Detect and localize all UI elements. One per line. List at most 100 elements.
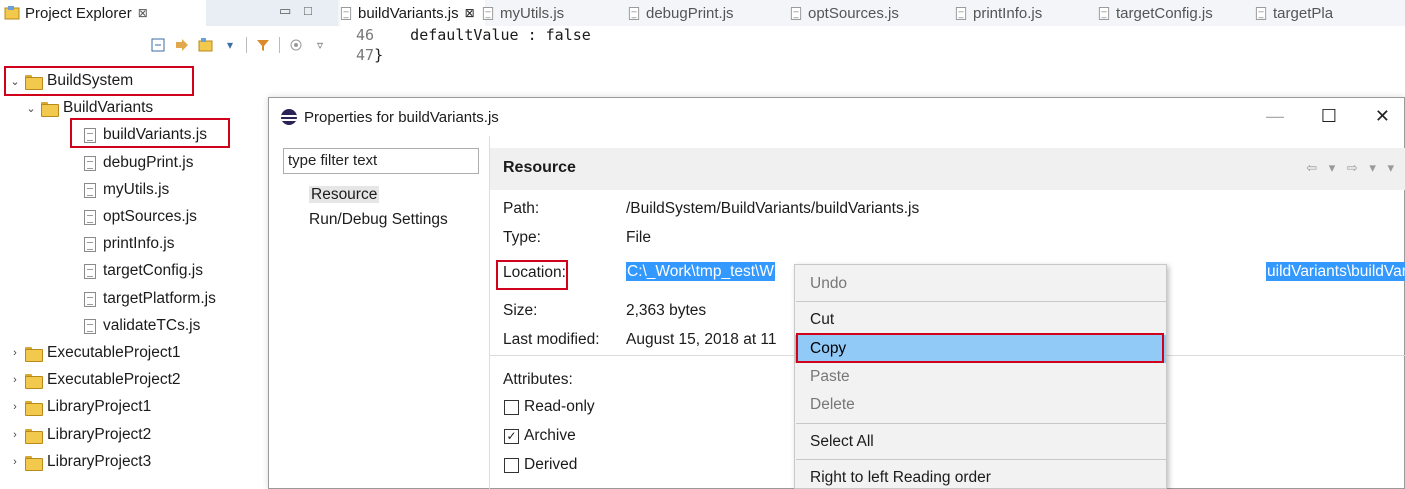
size-value: 2,363 bytes [626, 302, 707, 319]
maximize-button[interactable]: ☐ [1321, 106, 1337, 127]
editor-tab-debugprint-js[interactable]: debugPrint.js [628, 0, 734, 26]
tree-item-label: ExecutableProject1 [47, 344, 181, 361]
chevron-down-icon[interactable]: ▿ [312, 37, 328, 53]
menu-separator [796, 423, 1166, 424]
minimize-button[interactable]: — [1266, 106, 1284, 127]
chevron-right-icon[interactable]: › [8, 429, 22, 441]
folder-icon [25, 346, 43, 362]
js-file-icon [84, 263, 96, 279]
project-explorer-icon [4, 5, 20, 21]
tree-item-label: LibraryProject1 [47, 398, 152, 415]
editor-tab-myutils-js[interactable]: myUtils.js [482, 0, 564, 26]
tree-item-targetplatform-js[interactable]: targetPlatform.js [84, 286, 216, 312]
folder-icon [25, 400, 43, 416]
focus-icon[interactable] [288, 37, 304, 53]
tree-item-libraryproject1[interactable]: › LibraryProject1 [8, 394, 151, 420]
last-modified-label: Last modified: [503, 331, 600, 348]
js-file-icon [1255, 6, 1267, 20]
checkbox-box[interactable] [504, 399, 519, 415]
maximize-view-button[interactable]: □ [304, 3, 312, 18]
tree-item-targetconfig-js[interactable]: targetConfig.js [84, 258, 203, 284]
project-explorer-tab[interactable]: Project Explorer ⊠ [0, 0, 206, 26]
tree-item-optsources-js[interactable]: optSources.js [84, 204, 197, 230]
highlight-box-location [496, 260, 568, 290]
js-file-icon [340, 6, 352, 20]
menu-item-undo[interactable]: Undo [795, 270, 1166, 298]
chevron-right-icon[interactable]: › [8, 401, 22, 413]
tree-item-validatetcs-js[interactable]: validateTCs.js [84, 313, 200, 339]
js-file-icon [1098, 6, 1110, 20]
tree-item-label: BuildVariants [63, 99, 154, 116]
menu-separator [796, 301, 1166, 302]
size-label: Size: [503, 302, 538, 319]
code-line-46: 46 defaultValue : false [356, 26, 591, 44]
editor-tab-optsources-js[interactable]: optSources.js [790, 0, 899, 26]
highlight-box-buildvariants-file [70, 118, 230, 148]
tree-item-label: LibraryProject3 [47, 453, 152, 470]
section-title: Resource [503, 159, 576, 176]
menu-item-select-all[interactable]: Select All [795, 428, 1166, 456]
chevron-right-icon[interactable]: › [8, 374, 22, 386]
read-only-checkbox[interactable]: Read-only [504, 398, 595, 416]
js-file-icon [84, 318, 96, 334]
tree-item-label: debugPrint.js [103, 154, 194, 171]
menu-separator [796, 459, 1166, 460]
editor-tab-label: printInfo.js [973, 4, 1043, 22]
editor-tab-targetpla[interactable]: targetPla [1255, 0, 1333, 26]
filter-icon[interactable] [255, 37, 271, 53]
filter-input[interactable]: type filter text [283, 148, 479, 174]
js-file-icon [84, 291, 96, 307]
editor-tab-targetconfig-js[interactable]: targetConfig.js [1098, 0, 1213, 26]
close-icon[interactable]: ⊠ [138, 6, 148, 20]
chevron-right-icon[interactable]: › [8, 347, 22, 359]
tree-item-executableproject1[interactable]: › ExecutableProject1 [8, 340, 181, 366]
editor-tab-buildvariants-js[interactable]: buildVariants.js ⊠ [340, 0, 485, 26]
menu-item-delete[interactable]: Delete [795, 391, 1166, 419]
menu-item-right-to-left[interactable]: Right to left Reading order [795, 464, 1166, 489]
tree-item-libraryproject3[interactable]: › LibraryProject3 [8, 449, 151, 475]
checkmark-icon[interactable]: ✓ [504, 428, 519, 444]
editor-tab-label: optSources.js [808, 4, 899, 22]
editor-tab-label: targetConfig.js [1116, 4, 1213, 22]
tree-item-label: ExecutableProject2 [47, 371, 181, 388]
tree-item-executableproject2[interactable]: › ExecutableProject2 [8, 367, 181, 393]
nav-item-resource[interactable]: Resource [309, 186, 380, 204]
tree-item-label: validateTCs.js [103, 317, 201, 334]
close-button[interactable]: ✕ [1375, 106, 1390, 127]
minimize-view-button[interactable]: ▭ [279, 3, 291, 19]
type-value: File [626, 229, 651, 246]
close-icon[interactable]: ⊠ [465, 6, 475, 20]
chevron-right-icon[interactable]: › [8, 456, 22, 468]
new-project-icon[interactable] [198, 37, 214, 53]
editor-tab-label: debugPrint.js [646, 4, 734, 22]
tree-item-myutils-js[interactable]: myUtils.js [84, 177, 169, 203]
tree-item-debugprint-js[interactable]: debugPrint.js [84, 150, 193, 176]
chevron-down-icon[interactable]: ⌄ [24, 102, 38, 115]
folder-icon [25, 428, 43, 444]
tree-item-label: targetPlatform.js [103, 290, 216, 307]
collapse-all-icon[interactable] [150, 37, 166, 53]
location-value-end[interactable]: uildVariants\buildVariants.js [1266, 262, 1405, 281]
checkbox-box[interactable] [504, 457, 519, 473]
location-value-start[interactable]: C:\_Work\tmp_test\W [626, 262, 775, 281]
link-with-editor-icon[interactable] [174, 37, 190, 53]
tree-item-label: printInfo.js [103, 235, 175, 252]
tree-item-printinfo-js[interactable]: printInfo.js [84, 231, 175, 257]
eclipse-icon [281, 109, 297, 125]
js-file-icon [84, 236, 96, 252]
view-menu-chevron-down-icon[interactable]: ▾ [222, 37, 238, 53]
derived-checkbox[interactable]: Derived [504, 456, 577, 474]
js-file-icon [84, 182, 96, 198]
menu-item-cut[interactable]: Cut [795, 306, 1166, 334]
js-file-icon [482, 6, 494, 20]
editor-tab-printinfo-js[interactable]: printInfo.js [955, 0, 1042, 26]
toolbar-divider [246, 37, 247, 53]
back-forward-arrows-icon[interactable]: ⇦ ▾ ⇨ ▾ ▾ [1306, 160, 1398, 176]
path-label: Path: [503, 200, 540, 217]
nav-item-run-debug-settings[interactable]: Run/Debug Settings [309, 211, 448, 229]
archive-checkbox[interactable]: ✓ Archive [504, 427, 576, 445]
js-file-icon [790, 6, 802, 20]
highlight-box-copy [796, 333, 1164, 363]
tree-item-libraryproject2[interactable]: › LibraryProject2 [8, 422, 151, 448]
menu-item-paste[interactable]: Paste [795, 363, 1166, 391]
